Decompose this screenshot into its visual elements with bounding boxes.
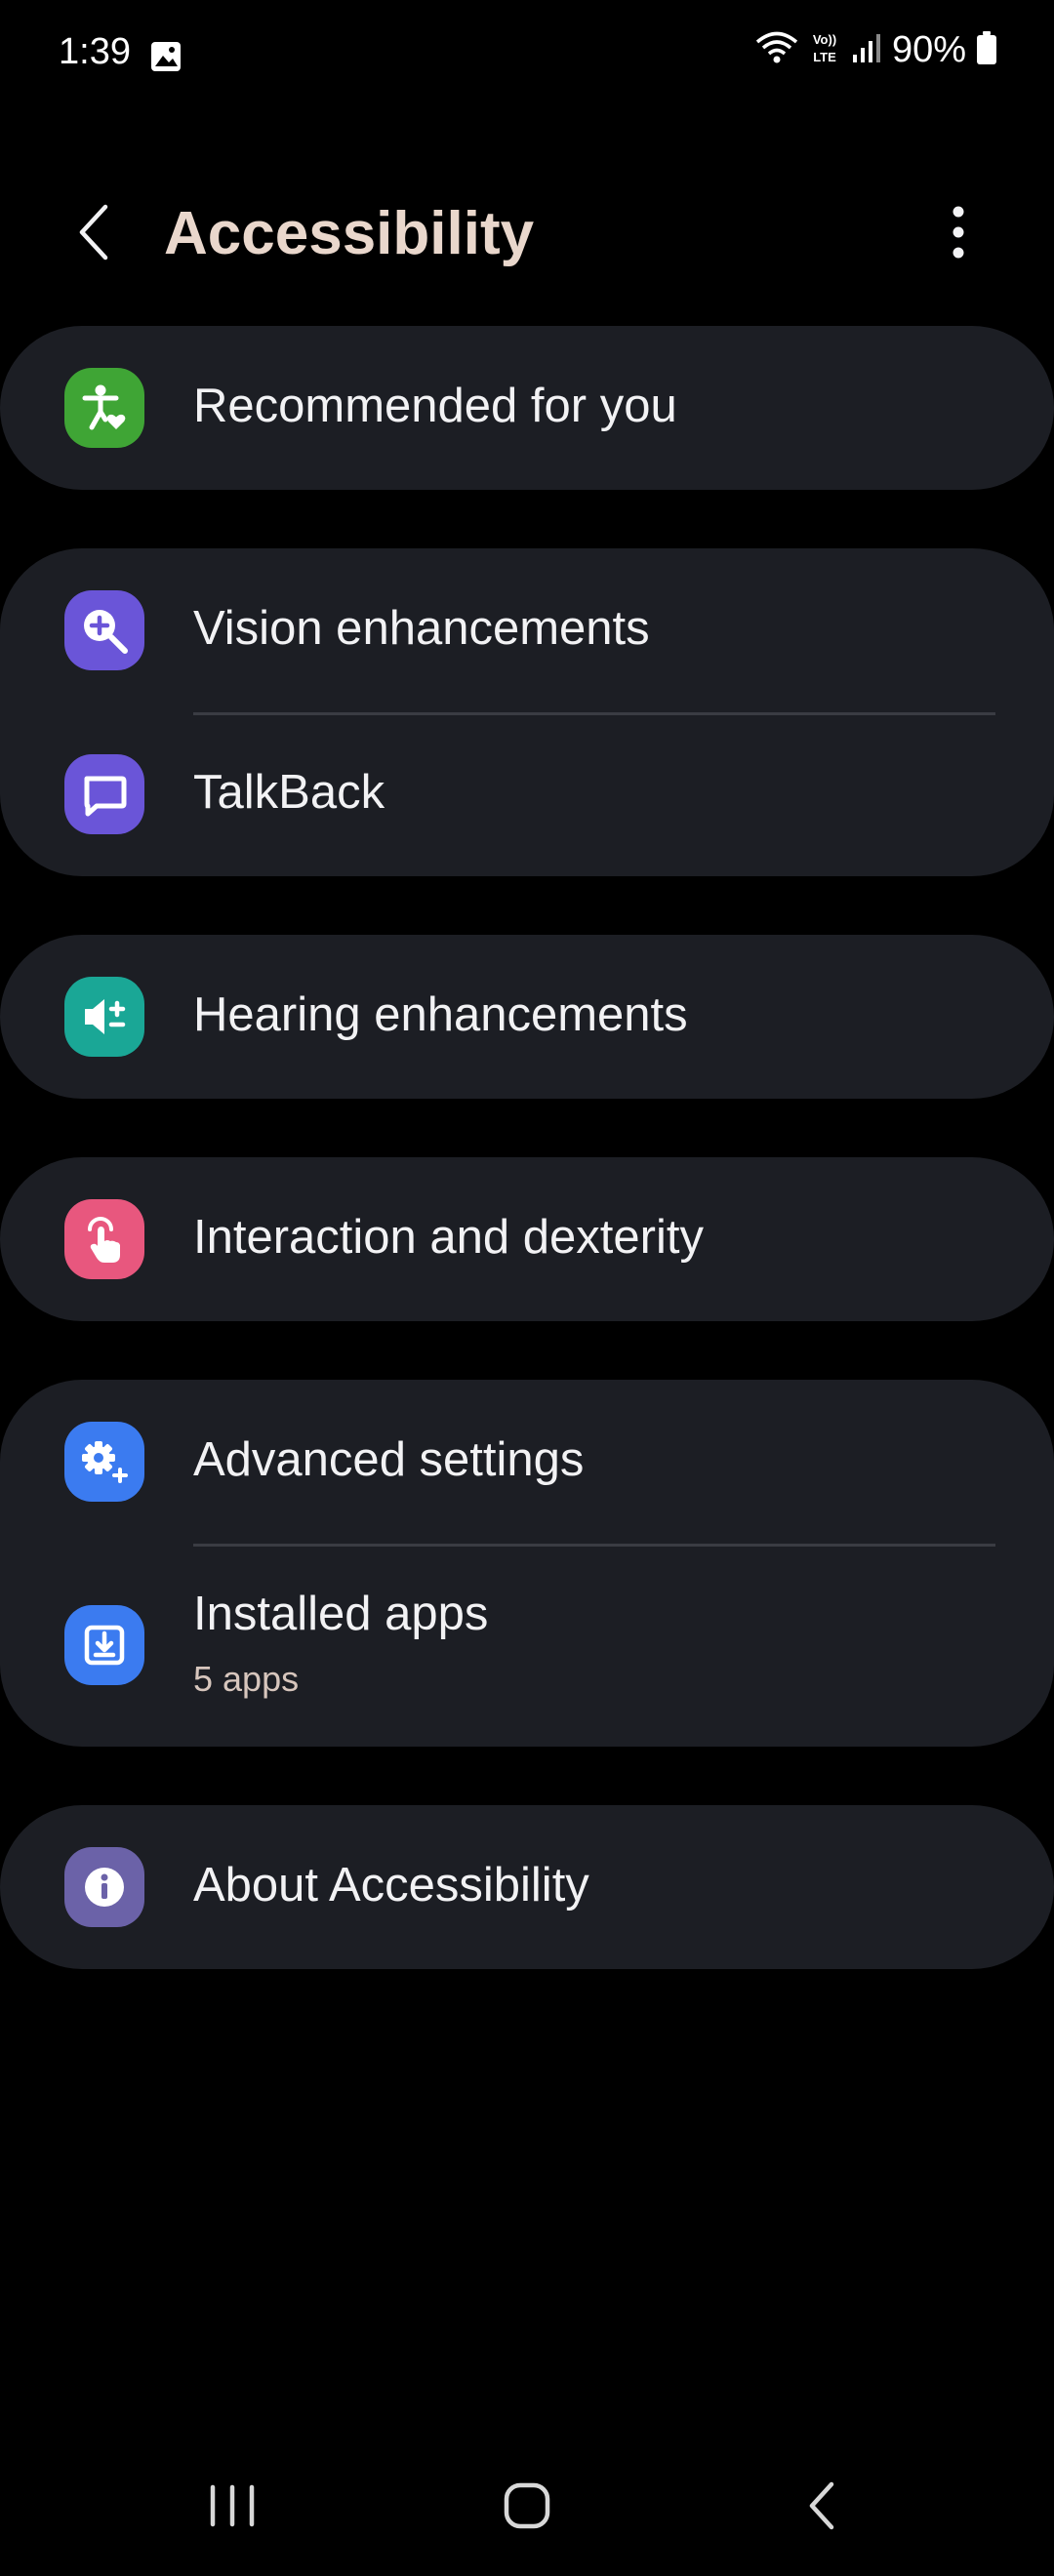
menu-item-label: TalkBack — [193, 766, 385, 819]
menu-item-label: Hearing enhancements — [193, 988, 688, 1041]
card-about: About Accessibility — [0, 1805, 1054, 1969]
menu-item-label: About Accessibility — [193, 1859, 589, 1912]
touch-hand-icon — [64, 1199, 144, 1279]
menu-item-hearing[interactable]: Hearing enhancements — [0, 935, 1054, 1099]
status-time: 1:39 — [59, 31, 131, 72]
chevron-left-icon — [74, 203, 113, 266]
home-icon — [502, 2480, 552, 2536]
svg-text:Vo)): Vo)) — [813, 32, 836, 47]
signal-icon — [851, 31, 882, 69]
page-title: Accessibility — [164, 200, 535, 267]
menu-item-advanced-settings[interactable]: Advanced settings — [0, 1380, 1054, 1544]
gear-plus-icon — [64, 1422, 144, 1502]
download-icon — [64, 1605, 144, 1685]
menu-item-talkback[interactable]: TalkBack — [0, 712, 1054, 876]
gallery-icon — [150, 41, 182, 72]
more-options-button[interactable] — [927, 197, 990, 271]
menu-item-sublabel: 5 apps — [193, 1659, 300, 1699]
menu-item-label: Installed apps — [193, 1588, 489, 1640]
battery-icon — [976, 30, 997, 70]
menu-item-vision[interactable]: Vision enhancements — [0, 548, 1054, 712]
back-button[interactable] — [57, 197, 131, 271]
menu-item-label: Interaction and dexterity — [193, 1211, 704, 1264]
speaker-volume-icon — [64, 977, 144, 1057]
menu-item-installed-apps[interactable]: Installed apps 5 apps — [0, 1544, 1054, 1747]
menu-item-label: Recommended for you — [193, 380, 677, 432]
zoom-in-icon — [64, 590, 144, 670]
menu-item-recommended[interactable]: Recommended for you — [0, 326, 1054, 490]
card-hearing: Hearing enhancements — [0, 935, 1054, 1099]
menu-item-label: Vision enhancements — [193, 602, 650, 655]
app-bar: Accessibility — [0, 176, 1054, 293]
battery-percent: 90% — [891, 29, 966, 70]
status-bar: 1:39 Vo)) LTE 90% — [0, 0, 1054, 115]
card-vision: Vision enhancements TalkBack — [0, 548, 1054, 876]
recent-apps-icon — [207, 2483, 258, 2533]
menu-item-about[interactable]: About Accessibility — [0, 1805, 1054, 1969]
menu-item-label: Advanced settings — [193, 1433, 585, 1486]
info-icon — [64, 1847, 144, 1927]
card-recommended: Recommended for you — [0, 326, 1054, 490]
recent-apps-button[interactable] — [183, 2459, 281, 2556]
back-icon — [804, 2478, 839, 2538]
more-vertical-icon — [952, 205, 965, 264]
svg-text:LTE: LTE — [813, 50, 836, 64]
card-advanced: Advanced settings Installed apps 5 apps — [0, 1380, 1054, 1747]
volte-icon: Vo)) LTE — [808, 30, 841, 70]
speech-bubble-icon — [64, 754, 144, 834]
accessibility-person-icon — [64, 368, 144, 448]
card-interaction: Interaction and dexterity — [0, 1157, 1054, 1321]
nav-back-button[interactable] — [773, 2459, 871, 2556]
menu-item-interaction[interactable]: Interaction and dexterity — [0, 1157, 1054, 1321]
wifi-icon — [755, 31, 798, 69]
navigation-bar — [0, 2439, 1054, 2576]
home-button[interactable] — [478, 2459, 576, 2556]
status-icons: Vo)) LTE 90% — [755, 29, 997, 71]
